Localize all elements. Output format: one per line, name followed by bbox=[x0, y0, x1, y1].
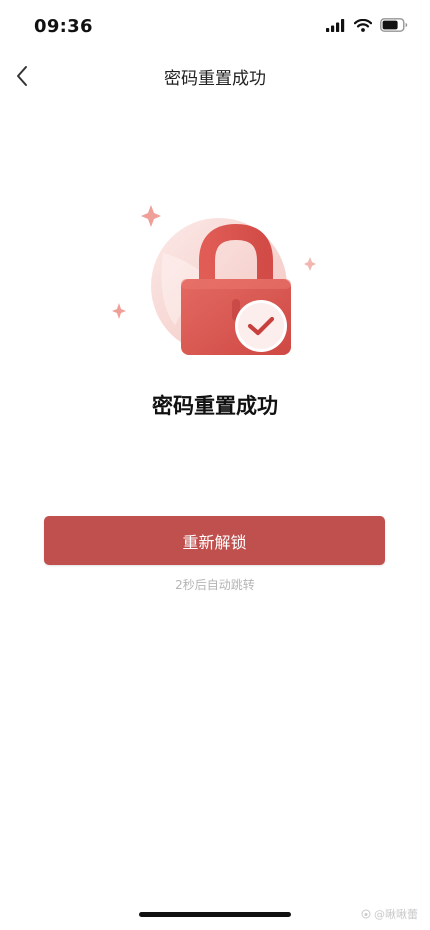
status-icons bbox=[326, 18, 408, 32]
watermark-text: @啾啾蕾 bbox=[374, 908, 418, 921]
watermark: @啾啾蕾 bbox=[361, 906, 418, 922]
page-title: 密码重置成功 bbox=[164, 69, 266, 89]
status-time: 09:36 bbox=[34, 16, 93, 37]
result-title: 密码重置成功 bbox=[152, 394, 278, 418]
weibo-icon bbox=[361, 909, 371, 919]
redirect-countdown: 2秒后自动跳转 bbox=[175, 578, 255, 592]
signal-icon bbox=[326, 18, 345, 32]
screen: 09:36 密码重置成功 密码重置成功 重新解锁 2秒后自动跳转 @啾啾蕾 bbox=[0, 0, 430, 930]
unlock-again-button[interactable]: 重新解锁 bbox=[44, 516, 385, 565]
status-bar: 09:36 bbox=[0, 0, 430, 52]
home-indicator bbox=[139, 912, 291, 917]
sparkle-icon bbox=[304, 257, 316, 271]
lock-check-illustration bbox=[105, 195, 325, 370]
lock-check-icon bbox=[112, 205, 316, 355]
nav-bar: 密码重置成功 bbox=[0, 52, 430, 100]
wifi-icon bbox=[354, 18, 372, 32]
battery-icon bbox=[380, 18, 408, 32]
sparkle-icon bbox=[141, 205, 161, 227]
sparkle-icon bbox=[112, 303, 126, 319]
